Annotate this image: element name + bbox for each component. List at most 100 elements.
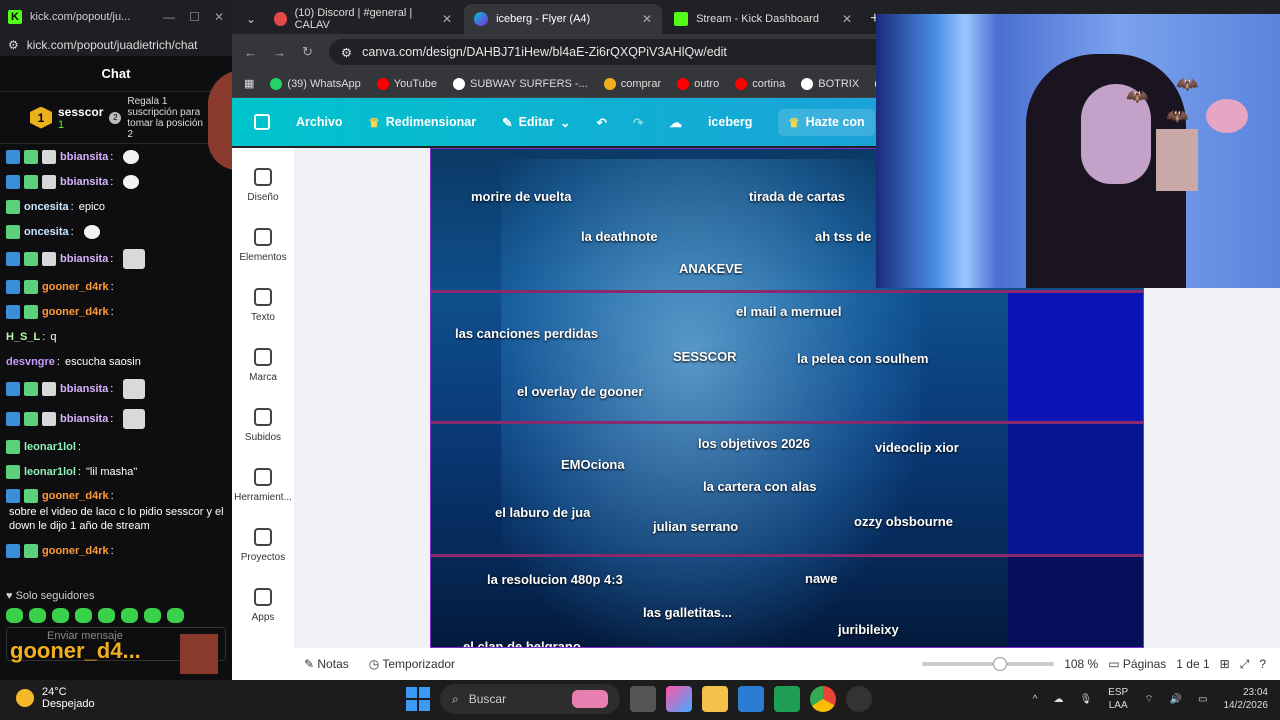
- chat-username[interactable]: oncesita: [24, 225, 69, 239]
- chat-username[interactable]: gooner_d4rk: [42, 489, 109, 503]
- close-icon[interactable]: ✕: [214, 10, 224, 24]
- iceberg-label[interactable]: los objetivos 2026: [698, 436, 810, 451]
- iceberg-label[interactable]: el clan de belgrano: [463, 639, 581, 647]
- iceberg-label[interactable]: juribileixy: [838, 622, 899, 637]
- iceberg-label[interactable]: ozzy obsbourne: [854, 514, 953, 529]
- bookmark-item[interactable]: BOTRIX: [801, 77, 859, 90]
- iceberg-label[interactable]: la pelea con soulhem: [797, 351, 929, 366]
- clock[interactable]: 23:04 14/2/2026: [1224, 686, 1269, 712]
- redo-button[interactable]: ↷: [633, 115, 643, 130]
- kick-url[interactable]: kick.com/popout/juadietrich/chat: [27, 38, 198, 52]
- tab-close-icon[interactable]: ✕: [842, 12, 852, 26]
- help-icon[interactable]: ?: [1259, 657, 1266, 671]
- emote-icon[interactable]: [6, 608, 23, 623]
- site-settings-icon[interactable]: ⚙: [8, 38, 19, 52]
- emote-icon[interactable]: [167, 608, 184, 623]
- chat-username[interactable]: leonar1lol: [24, 440, 76, 454]
- emote-icon[interactable]: [29, 608, 46, 623]
- wifi-icon[interactable]: ⌔: [1144, 693, 1153, 706]
- task-view-icon[interactable]: [630, 686, 656, 712]
- sidebar-item-projects[interactable]: Proyectos: [232, 528, 294, 563]
- sidebar-item-uploads[interactable]: Subidos: [232, 408, 294, 443]
- apps-grid-icon[interactable]: ▦: [244, 77, 254, 90]
- minimize-icon[interactable]: —: [163, 10, 175, 24]
- forward-icon[interactable]: →: [273, 45, 286, 60]
- bookmark-item[interactable]: cortina: [735, 77, 785, 90]
- tab-close-icon[interactable]: ✕: [442, 12, 452, 26]
- weather-widget[interactable]: 24°C Despejado: [16, 686, 95, 710]
- emote-icon[interactable]: [52, 608, 69, 623]
- bookmark-item[interactable]: comprar: [603, 77, 661, 90]
- site-info-icon[interactable]: ⚙: [341, 45, 352, 60]
- notes-button[interactable]: ✎ Notas: [304, 657, 349, 671]
- battery-icon[interactable]: ▭: [1198, 694, 1207, 705]
- chat-username[interactable]: bbiansita: [60, 175, 108, 189]
- file-explorer-icon[interactable]: [702, 686, 728, 712]
- sidebar-item-text[interactable]: Texto: [232, 288, 294, 323]
- iceberg-label[interactable]: la deathnote: [581, 229, 658, 244]
- tab-close-icon[interactable]: ✕: [642, 12, 652, 26]
- word-icon[interactable]: [738, 686, 764, 712]
- sidebar-item-apps[interactable]: Apps: [232, 588, 294, 623]
- bookmark-item[interactable]: (39) WhatsApp: [270, 77, 361, 90]
- iceberg-label[interactable]: el mail a mernuel: [736, 304, 842, 319]
- iceberg-label[interactable]: ah tss de: [815, 229, 871, 244]
- copilot-icon[interactable]: [666, 686, 692, 712]
- design-title[interactable]: iceberg: [708, 115, 752, 129]
- emote-icon[interactable]: [144, 608, 161, 623]
- iceberg-label[interactable]: la resolucion 480p 4:3: [487, 572, 623, 587]
- tab-search-icon[interactable]: ⌄: [240, 12, 262, 34]
- bookmark-item[interactable]: outro: [677, 77, 719, 90]
- chat-username[interactable]: H_S_L: [6, 330, 40, 344]
- iceberg-label[interactable]: las canciones perdidas: [455, 326, 598, 341]
- start-button[interactable]: [406, 687, 430, 711]
- mic-icon[interactable]: 🎙: [1079, 694, 1092, 705]
- tray-chevron-icon[interactable]: ^: [1033, 694, 1038, 705]
- sidebar-item-design[interactable]: Diseño: [232, 168, 294, 203]
- pages-button[interactable]: ▭ Páginas: [1108, 657, 1166, 671]
- taskbar-search[interactable]: ⌕ Buscar: [440, 684, 620, 714]
- iceberg-label[interactable]: la cartera con alas: [703, 479, 816, 494]
- maximize-icon[interactable]: ☐: [189, 10, 200, 24]
- resize-button[interactable]: ♛ Redimensionar: [369, 115, 477, 130]
- cloud-sync-icon[interactable]: ☁: [669, 115, 682, 130]
- iceberg-label[interactable]: el overlay de gooner: [517, 384, 643, 399]
- side-panel-icon[interactable]: [254, 114, 270, 130]
- iceberg-label[interactable]: tirada de cartas: [749, 189, 845, 204]
- zoom-slider-handle[interactable]: [992, 657, 1007, 671]
- pinned-gift-banner[interactable]: 1 sesscor 1 2 Regala 1 suscripción para …: [0, 92, 232, 144]
- sidebar-item-tools[interactable]: Herramient...: [232, 468, 294, 503]
- onedrive-icon[interactable]: ☁: [1053, 694, 1063, 705]
- zoom-value[interactable]: 108 %: [1064, 657, 1098, 671]
- zoom-slider[interactable]: [922, 657, 1055, 671]
- iceberg-label[interactable]: SESSCOR: [673, 349, 737, 364]
- sidebar-item-elements[interactable]: Elementos: [232, 228, 294, 263]
- tab-discord[interactable]: (10) Discord | #general | CALAV ✕: [264, 4, 462, 34]
- iceberg-label[interactable]: videoclip xior: [875, 440, 959, 455]
- iceberg-label[interactable]: el laburo de jua: [495, 505, 590, 520]
- chat-username[interactable]: gooner_d4rk: [42, 280, 109, 294]
- iceberg-label[interactable]: ANAKEVE: [679, 261, 743, 276]
- chat-username[interactable]: leonar1lol: [24, 465, 76, 479]
- sidebar-item-brand[interactable]: Marca: [232, 348, 294, 383]
- chat-username[interactable]: bbiansita: [60, 252, 108, 266]
- iceberg-label[interactable]: morire de vuelta: [471, 189, 571, 204]
- chat-username[interactable]: bbiansita: [60, 382, 108, 396]
- reload-icon[interactable]: ↻: [302, 44, 313, 60]
- chat-username[interactable]: gooner_d4rk: [42, 544, 109, 558]
- bookmark-item[interactable]: SUBWAY SURFERS -...: [453, 77, 588, 90]
- chat-username[interactable]: gooner_d4rk: [42, 305, 109, 319]
- edit-button[interactable]: ✎ Editar ⌄: [502, 115, 570, 130]
- language-indicator[interactable]: ESP LAA: [1108, 686, 1128, 712]
- chrome-icon[interactable]: [810, 686, 836, 712]
- bookmark-item[interactable]: YouTube: [376, 77, 437, 90]
- volume-icon[interactable]: 🔊: [1170, 694, 1182, 705]
- chat-username[interactable]: bbiansita: [60, 150, 108, 164]
- iceberg-label[interactable]: julian serrano: [653, 519, 738, 534]
- emote-icon[interactable]: [98, 608, 115, 623]
- emote-icon[interactable]: [121, 608, 138, 623]
- file-menu-button[interactable]: Archivo: [296, 115, 343, 129]
- chat-username[interactable]: bbiansita: [60, 412, 108, 426]
- tab-kick[interactable]: Stream - Kick Dashboard ✕: [664, 4, 862, 34]
- excel-icon[interactable]: [774, 686, 800, 712]
